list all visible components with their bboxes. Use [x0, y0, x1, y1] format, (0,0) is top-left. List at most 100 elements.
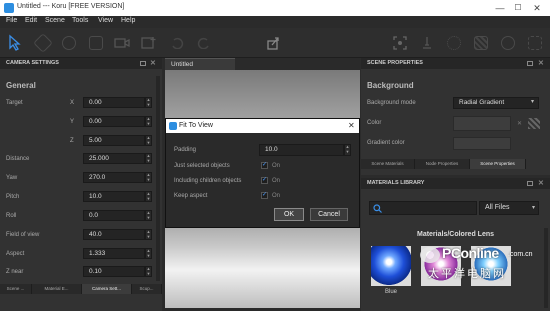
menu-tools[interactable]: Tools — [72, 17, 88, 24]
materials-search-input[interactable] — [369, 201, 477, 215]
export-icon[interactable] — [266, 36, 280, 50]
tab-node-properties[interactable]: Node Properties — [415, 159, 470, 169]
picker-icon[interactable] — [528, 118, 540, 129]
menu-bar: File Edit Scene Tools View Help — [0, 16, 550, 28]
field-of-view-input[interactable]: 40.0 — [83, 229, 145, 240]
field-of-view-stepper[interactable]: ▲ ▼ — [145, 229, 152, 240]
distance-input[interactable]: 25.000 — [83, 153, 145, 164]
yaw-stepper[interactable]: ▲ ▼ — [145, 172, 152, 183]
target-z-label: Z — [70, 138, 74, 144]
light-icon[interactable] — [420, 36, 434, 50]
cube-icon[interactable] — [33, 33, 53, 53]
color-swatch[interactable] — [453, 116, 511, 131]
sphere-icon[interactable] — [62, 36, 76, 50]
color-label: Color — [367, 120, 382, 126]
close-button[interactable]: ✕ — [530, 2, 544, 14]
cylinder-icon[interactable] — [89, 36, 103, 50]
z-near-label: Z near — [6, 269, 24, 275]
menu-scene[interactable]: Scene — [45, 17, 65, 24]
keep-aspect-state: On — [272, 193, 281, 199]
target-x-input[interactable]: 0.00 — [83, 97, 145, 108]
yaw-label: Yaw — [6, 175, 18, 181]
target-y-input[interactable]: 0.00 — [83, 116, 145, 127]
padding-label: Padding — [174, 147, 197, 153]
background-mode-select[interactable]: Radial Gradient — [453, 97, 539, 109]
checker-icon[interactable] — [474, 36, 488, 50]
fit-view-icon[interactable] — [393, 36, 407, 50]
gradient-color-swatch[interactable] — [453, 137, 511, 150]
z-near-stepper[interactable]: ▲ ▼ — [145, 266, 152, 277]
left-panel-tabs: Scene ... Material E... Camera Sett... S… — [0, 284, 162, 294]
tab-scene[interactable]: Scene ... — [0, 284, 32, 294]
menu-view[interactable]: View — [98, 17, 113, 24]
keep-aspect-checkbox[interactable]: ✓ — [261, 192, 268, 199]
reset-color-icon[interactable]: ✕ — [517, 120, 522, 127]
camera-icon[interactable] — [114, 37, 130, 49]
padding-input[interactable]: 10.0 — [259, 144, 344, 156]
redo-icon[interactable] — [197, 37, 211, 49]
chevron-down-icon[interactable]: ▾ — [532, 204, 535, 211]
field-of-view-label: Field of view — [6, 232, 40, 238]
aspect-stepper[interactable]: ▲ ▼ — [145, 248, 152, 259]
material-thumb-blue[interactable] — [371, 246, 411, 286]
roll-stepper[interactable]: ▲ ▼ — [145, 210, 152, 221]
dialog-close-button[interactable]: ✕ — [348, 121, 355, 130]
tab-camera-settings[interactable]: Camera Sett... — [82, 284, 132, 294]
distance-stepper[interactable]: ▲ ▼ — [145, 153, 152, 164]
float-panel-icon[interactable] — [527, 61, 533, 66]
roll-label: Roll — [6, 213, 17, 219]
sun-icon[interactable] — [447, 36, 461, 50]
gradient-color-label: Gradient color — [367, 140, 405, 146]
just-selected-checkbox[interactable]: ✓ — [261, 162, 268, 169]
close-panel-icon[interactable]: ✕ — [150, 60, 156, 67]
tab-material-editor[interactable]: Material E... — [32, 284, 82, 294]
keep-aspect-label: Keep aspect — [174, 193, 208, 199]
close-panel-icon[interactable]: ✕ — [538, 60, 544, 67]
minimize-button[interactable]: — — [493, 2, 507, 14]
window-title: Untitled --- Koru [FREE VERSION] — [17, 3, 125, 10]
person-icon[interactable] — [501, 36, 515, 50]
target-z-input[interactable]: 5.00 — [83, 135, 145, 146]
app-logo-icon — [4, 3, 14, 13]
settings-icon[interactable] — [528, 36, 542, 50]
viewport-tab[interactable]: Untitled — [165, 58, 235, 70]
menu-help[interactable]: Help — [121, 17, 135, 24]
add-image-icon[interactable] — [141, 36, 157, 50]
including-children-label: Including children objects — [174, 178, 242, 184]
title-bar: Untitled --- Koru [FREE VERSION] — ☐ ✕ — [0, 0, 550, 16]
menu-edit[interactable]: Edit — [25, 17, 37, 24]
float-panel-icon[interactable] — [527, 181, 533, 186]
dialog-title-bar: Fit To View ✕ — [166, 119, 359, 133]
maximize-button[interactable]: ☐ — [511, 2, 525, 14]
z-near-input[interactable]: 0.10 — [83, 266, 145, 277]
aspect-input[interactable]: 1.333 — [83, 248, 145, 259]
scene-properties-panel: SCENE PROPERTIES ✕ Background Background… — [361, 58, 550, 175]
including-children-checkbox[interactable]: ✓ — [261, 177, 268, 184]
pitch-stepper[interactable]: ▲ ▼ — [145, 191, 152, 202]
ok-button[interactable]: OK — [274, 208, 304, 221]
tab-scene-properties[interactable]: Scene Properties — [470, 159, 526, 169]
materials-panel-title: MATERIALS LIBRARY — [367, 180, 425, 186]
file-filter-select[interactable]: All Files — [479, 201, 539, 215]
right-panel-tabs: Scene Materials Node Properties Scene Pr… — [361, 159, 550, 170]
target-x-stepper[interactable]: ▲ ▼ — [145, 97, 152, 108]
cancel-button[interactable]: Cancel — [310, 208, 348, 221]
background-section-title: Background — [367, 81, 414, 90]
chevron-down-icon[interactable]: ▾ — [531, 98, 534, 105]
target-y-stepper[interactable]: ▲ ▼ — [145, 116, 152, 127]
tab-scene-materials[interactable]: Scene Materials — [361, 159, 415, 169]
distance-label: Distance — [6, 156, 30, 162]
close-panel-icon[interactable]: ✕ — [538, 180, 544, 187]
pitch-input[interactable]: 10.0 — [83, 191, 145, 202]
roll-input[interactable]: 0.0 — [83, 210, 145, 221]
tab-scup[interactable]: Scup... — [132, 284, 162, 294]
dialog-app-icon — [169, 122, 177, 130]
padding-stepper[interactable]: ▲ ▼ — [344, 144, 351, 156]
camera-panel-scrollbar[interactable] — [156, 76, 160, 281]
pointer-icon[interactable] — [7, 34, 21, 52]
target-z-stepper[interactable]: ▲ ▼ — [145, 135, 152, 146]
float-panel-icon[interactable] — [140, 61, 146, 66]
undo-icon[interactable] — [170, 37, 184, 49]
menu-file[interactable]: File — [6, 17, 17, 24]
yaw-input[interactable]: 270.0 — [83, 172, 145, 183]
